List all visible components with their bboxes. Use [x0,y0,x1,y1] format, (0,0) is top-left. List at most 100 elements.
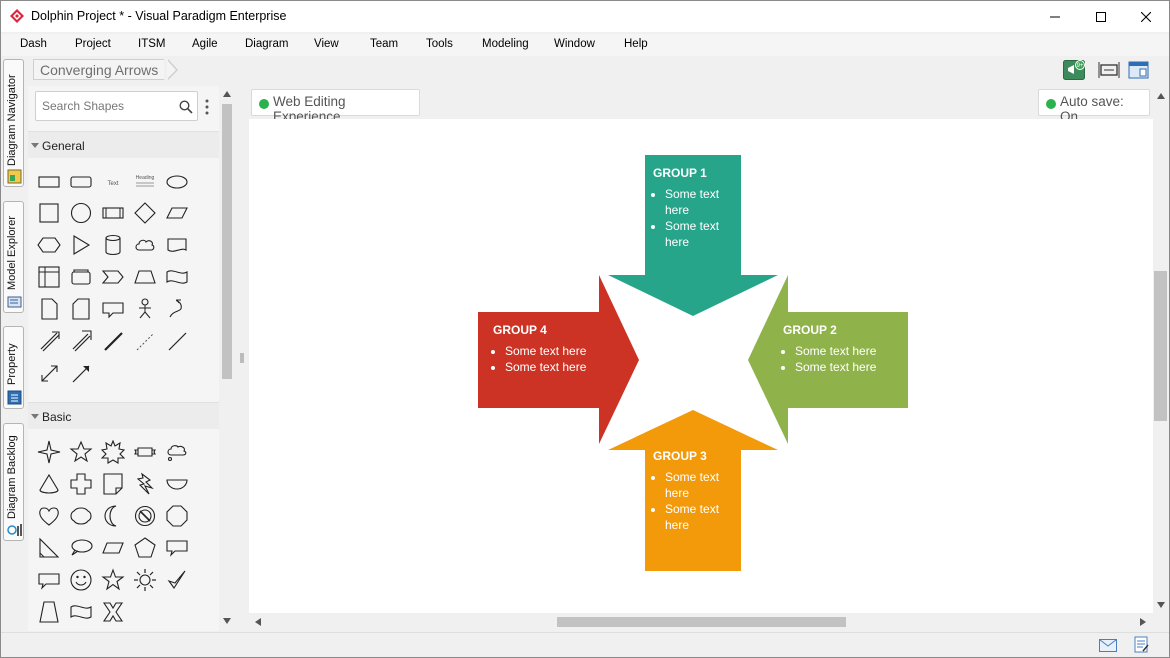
menu-dash[interactable]: Dash [20,38,47,50]
shape-curve-connector-tool[interactable] [164,296,190,322]
scroll-left-icon[interactable] [255,618,261,626]
shape-thick-arrow-tool[interactable] [68,328,94,354]
shape-smiley-tool[interactable] [68,567,94,593]
menu-help[interactable]: Help [624,38,648,50]
shape-folded-page-tool[interactable] [68,296,94,322]
notification-icon[interactable]: 9+ [1063,60,1085,80]
canvas-vscroll-thumb[interactable] [1154,271,1167,421]
shape-bidirectional-arrow-tool[interactable] [36,360,62,386]
shape-card-tool[interactable] [68,264,94,290]
shape-right-triangle-tool[interactable] [36,535,62,561]
menu-agile[interactable]: Agile [192,38,218,50]
canvas-horizontal-scrollbar[interactable] [249,613,1153,631]
tab-diagram-navigator[interactable]: Diagram Navigator [3,59,24,187]
panel-splitter[interactable] [235,86,249,631]
shape-tape-tool[interactable] [164,264,190,290]
shape-star4-tool[interactable] [36,439,62,465]
web-editing-pill[interactable]: Web Editing Experience [251,89,420,124]
shape-sun-tool[interactable] [132,567,158,593]
shape-step-tool[interactable] [100,264,126,290]
canvas-vertical-scrollbar[interactable] [1153,86,1169,631]
menu-team[interactable]: Team [370,38,398,50]
shape-arrow-line-tool[interactable] [68,360,94,386]
search-icon[interactable] [179,100,193,114]
shape-banner-tool[interactable] [132,439,158,465]
shape-no-symbol-tool[interactable] [132,503,158,529]
menu-window[interactable]: Window [554,38,595,50]
tab-property[interactable]: Property [3,326,24,409]
notes-icon[interactable] [1134,636,1149,654]
menu-modeling[interactable]: Modeling [482,38,529,50]
shape-triangle-right-tool[interactable] [68,232,94,258]
scroll-down-icon[interactable] [223,618,231,624]
shape-speech-callout-tool[interactable] [36,567,62,593]
shape-ellipse-tool[interactable] [164,168,190,194]
shape-callout-tool[interactable] [100,296,126,322]
shape-scroll-shape-tool[interactable] [68,503,94,529]
shape-parallelogram-tool[interactable] [164,200,190,226]
shape-rectangle-tool[interactable] [36,168,62,194]
shapes-scrollbar[interactable] [219,86,235,631]
shape-trapezoid-tall-tool[interactable] [36,599,62,625]
minimize-button[interactable] [1032,1,1078,32]
shape-rect-callout-tool[interactable] [164,535,190,561]
shape-process-tool[interactable] [100,200,126,226]
more-options-icon[interactable] [205,99,209,115]
shape-actor-tool[interactable] [132,296,158,322]
shape-burst-tool[interactable] [100,439,126,465]
shape-dashed-line-tool[interactable] [132,328,158,354]
menu-tools[interactable]: Tools [426,38,453,50]
shape-cross-tool[interactable] [68,471,94,497]
panel-layout-icon[interactable] [1128,60,1150,80]
maximize-button[interactable] [1078,1,1124,32]
shape-double-arrow-tool[interactable] [36,328,62,354]
menu-project[interactable]: Project [75,38,111,50]
shape-rounded-rect-tool[interactable] [68,168,94,194]
shape-heading-tool[interactable]: Heading [132,168,158,194]
search-input[interactable] [42,98,172,114]
shape-oval-callout-tool[interactable] [68,535,94,561]
menu-diagram[interactable]: Diagram [245,38,288,50]
shape-text-tool[interactable]: Text [100,168,126,194]
shape-trapezoid-tool[interactable] [132,264,158,290]
shape-bold-line-tool[interactable] [100,328,126,354]
shape-half-circle-tool[interactable] [164,471,190,497]
shape-cloud-callout-tool[interactable] [164,439,190,465]
shape-star5-tool[interactable] [100,567,126,593]
shape-lightning-tool[interactable] [132,471,158,497]
shape-diamond-tool[interactable] [132,200,158,226]
shape-octagon-tool[interactable] [164,503,190,529]
shape-star5-outline-tool[interactable] [68,439,94,465]
close-button[interactable] [1123,1,1169,32]
tab-model-explorer[interactable]: Model Explorer [3,201,24,313]
scroll-up-icon[interactable] [223,91,231,97]
shape-cone-tool[interactable] [36,471,62,497]
shape-x-shape-tool[interactable] [100,599,126,625]
shape-wave-tool[interactable] [68,599,94,625]
shape-slanted-rect-tool[interactable] [100,535,126,561]
shape-heart-tool[interactable] [36,503,62,529]
canvas-hscroll-thumb[interactable] [557,617,846,627]
shapes-scrollbar-thumb[interactable] [222,104,232,379]
breadcrumb[interactable]: Converging Arrows [33,59,165,80]
shape-cylinder-tool[interactable] [100,232,126,258]
auto-save-pill[interactable]: Auto save: On [1038,89,1150,124]
shape-cloud-tool[interactable] [132,232,158,258]
shape-page-tool[interactable] [36,296,62,322]
shape-moon-tool[interactable] [100,503,126,529]
shape-square-tool[interactable] [36,200,62,226]
section-general[interactable]: General [28,131,219,158]
diagram-canvas[interactable]: GROUP 1 Some text here Some text here GR… [249,119,1153,613]
scroll-up-icon[interactable] [1157,93,1165,99]
scroll-right-icon[interactable] [1140,618,1146,626]
shape-hexagon-tool[interactable] [36,232,62,258]
section-basic[interactable]: Basic [28,402,219,429]
search-box[interactable] [35,91,198,121]
tab-diagram-backlog[interactable]: Diagram Backlog [3,423,24,541]
shape-line-tool[interactable] [164,328,190,354]
menu-itsm[interactable]: ITSM [138,38,165,50]
shape-check-tool[interactable] [164,567,190,593]
shape-document-tool[interactable] [164,232,190,258]
shape-circle-tool[interactable] [68,200,94,226]
shape-folded-corner-tool[interactable] [100,471,126,497]
